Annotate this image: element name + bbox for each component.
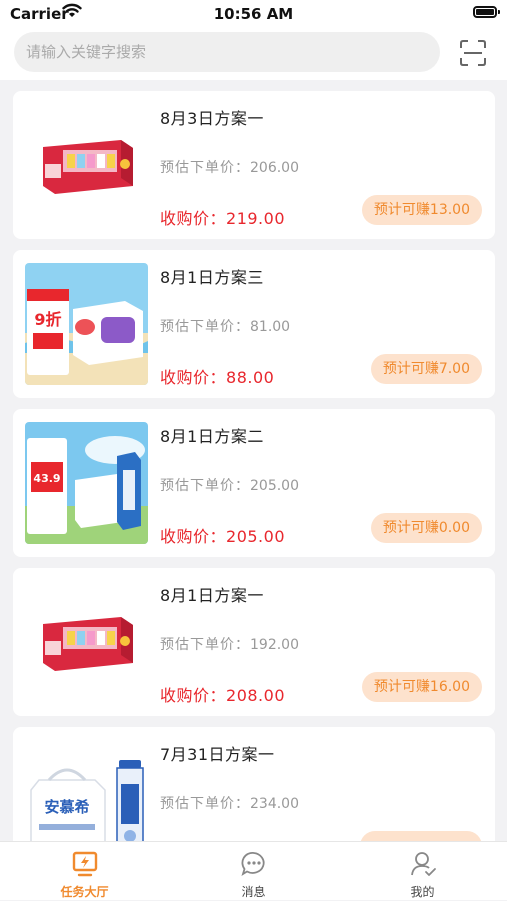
purchase-price-value: 205.00 — [226, 527, 285, 546]
estimated-price-label: 预估下单价： — [160, 319, 250, 335]
product-image: 43.9 — [25, 422, 148, 544]
estimated-price-value: 234.00 — [250, 796, 299, 812]
estimated-price: 预估下单价：206.00 — [160, 157, 299, 177]
battery-icon — [473, 6, 500, 18]
task-title: 8月1日方案一 — [160, 586, 264, 605]
purchase-price: 收购价：205.00 — [160, 523, 285, 547]
estimated-price: 预估下单价：205.00 — [160, 475, 299, 495]
status-bar: Carrier 10:56 AM — [0, 0, 507, 28]
tab-label: 我的 — [410, 885, 435, 899]
brand-anmuxi-text: 安慕希 — [44, 798, 89, 816]
estimated-price: 预估下单价：81.00 — [160, 316, 290, 336]
tab-messages[interactable]: 消息 — [169, 842, 338, 901]
product-image: 9折 — [25, 263, 148, 385]
task-list: 8月3日方案一 预估下单价：206.00 收购价：219.00 预计可赚13.0… — [0, 80, 507, 841]
tab-label: 消息 — [241, 885, 266, 899]
purchase-price-label: 收购价： — [160, 686, 227, 705]
estimated-price-value: 206.00 — [250, 160, 299, 176]
task-hall-icon — [72, 851, 98, 877]
purchase-price-label: 收购价： — [160, 368, 227, 387]
earn-badge[interactable]: 预计可赚16.00 — [361, 672, 482, 702]
task-title: 8月1日方案三 — [160, 268, 264, 287]
price-43-text: 43.9 — [33, 472, 60, 485]
estimated-price-label: 预估下单价： — [160, 478, 250, 494]
task-card[interactable]: 8月1日方案一 预估下单价：192.00 收购价：208.00 预计可赚16.0… — [13, 568, 495, 716]
earn-badge[interactable] — [360, 831, 482, 841]
estimated-price-label: 预估下单价： — [160, 160, 250, 176]
task-card[interactable]: 安慕希 7月31日方案一 预估下单价：234.00 — [13, 727, 495, 841]
purchase-price-value: 88.00 — [226, 368, 275, 387]
tab-profile[interactable]: 我的 — [338, 842, 507, 901]
estimated-price-value: 81.00 — [250, 319, 291, 335]
message-icon — [241, 852, 265, 877]
purchase-price-label: 收购价： — [160, 527, 227, 546]
earn-badge[interactable]: 预计可赚0.00 — [370, 513, 482, 543]
estimated-price-label: 预估下单价： — [160, 637, 250, 653]
purchase-price-value: 219.00 — [226, 209, 285, 228]
estimated-price-value: 192.00 — [250, 637, 299, 653]
task-card[interactable]: 9折 8月1日方案三 预估下单价：81.00 收购价：88.00 预计可赚7.0… — [13, 250, 495, 398]
estimated-price: 预估下单价：192.00 — [160, 634, 299, 654]
task-card[interactable]: 8月3日方案一 预估下单价：206.00 收购价：219.00 预计可赚13.0… — [13, 91, 495, 239]
product-image — [25, 581, 148, 703]
profile-icon — [411, 852, 436, 876]
task-title: 7月31日方案一 — [160, 745, 275, 764]
purchase-price-label: 收购价： — [160, 209, 227, 228]
purchase-price: 收购价：208.00 — [160, 682, 285, 706]
purchase-price: 收购价：219.00 — [160, 205, 285, 229]
search-input[interactable] — [14, 32, 440, 72]
product-image — [25, 104, 148, 226]
bottom-tab-bar: 任务大厅 消息 我的 — [0, 841, 507, 900]
scan-icon[interactable] — [459, 39, 487, 67]
earn-badge[interactable]: 预计可赚13.00 — [361, 195, 482, 225]
tab-label: 任务大厅 — [60, 885, 109, 899]
purchase-price-value: 208.00 — [226, 686, 285, 705]
task-card[interactable]: 43.9 8月1日方案二 预估下单价：205.00 收购价：205.00 预计可… — [13, 409, 495, 557]
earn-badge[interactable]: 预计可赚7.00 — [370, 354, 482, 384]
estimated-price: 预估下单价：234.00 — [160, 793, 299, 813]
status-time: 10:56 AM — [213, 5, 294, 23]
tab-task-hall[interactable]: 任务大厅 — [0, 842, 169, 901]
product-image: 安慕希 — [25, 740, 148, 841]
task-title: 8月3日方案一 — [160, 109, 264, 128]
task-title: 8月1日方案二 — [160, 427, 264, 446]
search-bar — [0, 28, 507, 80]
promo-9-text: 9折 — [34, 310, 61, 329]
estimated-price-value: 205.00 — [250, 478, 299, 494]
purchase-price: 收购价：88.00 — [160, 364, 274, 388]
estimated-price-label: 预估下单价： — [160, 796, 250, 812]
